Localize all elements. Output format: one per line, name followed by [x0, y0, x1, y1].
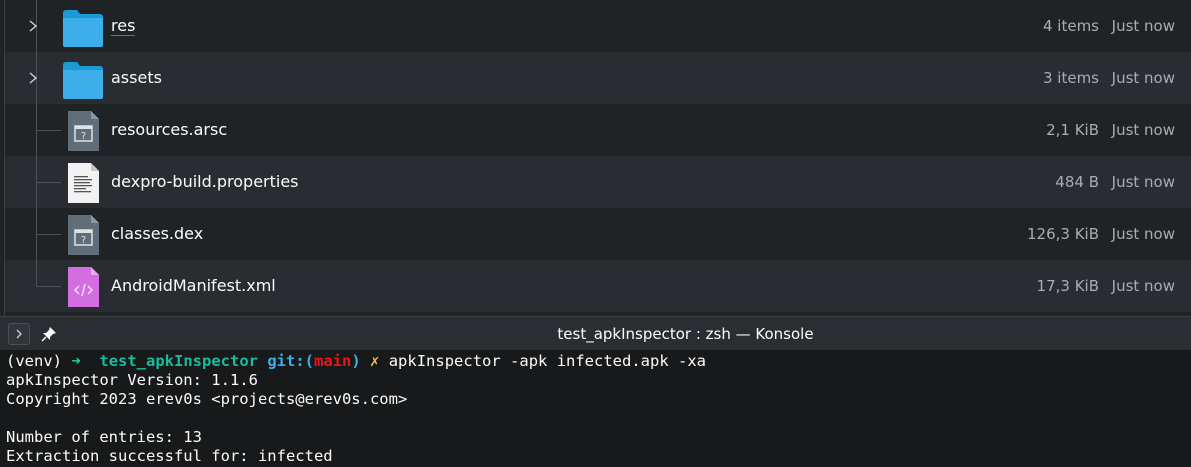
file-size: 126,3 KiB: [1026, 225, 1099, 243]
file-row[interactable]: AndroidManifest.xml 17,3 KiB Just now: [5, 260, 1191, 312]
output-line: apkInspector Version: 1.1.6: [6, 371, 258, 389]
window-title: test_apkInspector : zsh — Konsole: [557, 325, 814, 343]
expand-chevron-icon[interactable]: [26, 68, 40, 88]
file-size: 17,3 KiB: [1036, 277, 1099, 295]
folder-icon: [63, 62, 103, 99]
file-manager-view: res 4 items Just now assets 3 items Just…: [0, 0, 1191, 316]
folder-icon: [63, 10, 103, 47]
file-name[interactable]: res: [111, 0, 136, 52]
tree-line: [36, 260, 37, 287]
expand-chevron-icon[interactable]: [26, 16, 40, 36]
terminal-output[interactable]: (venv) ➜ test_apkInspector git:(main) ✗ …: [0, 350, 1191, 467]
unknown-file-icon: ?: [68, 111, 99, 151]
file-row[interactable]: res 4 items Just now: [5, 0, 1191, 52]
output-line: Extraction successful for: infected: [6, 447, 333, 465]
file-size: 4 items: [1042, 17, 1099, 35]
git-prefix: git:(: [267, 352, 315, 370]
file-size: 3 items: [1042, 69, 1099, 87]
file-modified: Just now: [1111, 17, 1175, 35]
svg-text:?: ?: [81, 131, 86, 142]
venv-indicator: (venv): [6, 352, 62, 370]
file-name[interactable]: dexpro-build.properties: [111, 156, 299, 208]
prompt-line: (venv) ➜ test_apkInspector git:(main) ✗ …: [6, 352, 1185, 371]
file-row[interactable]: dexpro-build.properties 484 B Just now: [5, 156, 1191, 208]
git-suffix: ): [351, 352, 361, 370]
command-text: apkInspector -apk infected.apk -xa: [388, 352, 706, 370]
konsole-titlebar: test_apkInspector : zsh — Konsole: [0, 316, 1191, 350]
file-name[interactable]: AndroidManifest.xml: [111, 260, 276, 312]
file-size: 484 B: [1055, 173, 1099, 191]
tree-branch: [37, 286, 61, 287]
file-name[interactable]: assets: [111, 52, 162, 104]
file-row[interactable]: ? resources.arsc 2,1 KiB Just now: [5, 104, 1191, 156]
git-dirty-marker: ✗: [370, 352, 380, 370]
tree-branch: [37, 182, 61, 183]
file-name[interactable]: resources.arsc: [111, 104, 227, 156]
file-modified: Just now: [1111, 121, 1175, 139]
file-modified: Just now: [1111, 173, 1175, 191]
file-row[interactable]: ? classes.dex 126,3 KiB Just now: [5, 208, 1191, 260]
file-row[interactable]: assets 3 items Just now: [5, 52, 1191, 104]
prompt-directory: test_apkInspector: [99, 352, 258, 370]
output-line: Number of entries: 13: [6, 428, 202, 446]
tree-branch: [37, 234, 61, 235]
tree-branch: [37, 130, 61, 131]
file-modified: Just now: [1111, 69, 1175, 87]
output-line: Copyright 2023 erev0s <projects@erev0s.c…: [6, 390, 408, 408]
file-modified: Just now: [1111, 225, 1175, 243]
file-name[interactable]: classes.dex: [111, 208, 203, 260]
unknown-file-icon: ?: [68, 215, 99, 255]
file-modified: Just now: [1111, 277, 1175, 295]
file-size: 2,1 KiB: [1046, 121, 1099, 139]
xml-file-icon: [68, 267, 99, 307]
git-branch: main: [314, 352, 352, 370]
text-file-icon: [68, 163, 99, 203]
svg-text:?: ?: [81, 235, 86, 246]
prompt-arrow: ➜: [71, 352, 81, 370]
